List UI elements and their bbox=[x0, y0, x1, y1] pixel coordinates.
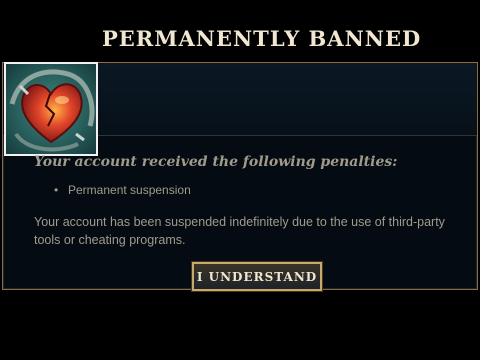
dialog-title: PERMANENTLY BANNED bbox=[102, 26, 422, 51]
penalties-heading: Your account received the following pena… bbox=[34, 154, 398, 170]
bullet: • bbox=[54, 183, 59, 197]
ban-explanation: Your account has been suspended indefini… bbox=[34, 215, 445, 247]
broken-heart-emblem-icon bbox=[4, 62, 98, 156]
i-understand-button[interactable]: I UNDERSTAND bbox=[192, 262, 322, 291]
penalty-label: Permanent suspension bbox=[68, 183, 191, 197]
screen: PERMANENTLY BANNED Your account received… bbox=[0, 0, 480, 360]
penalty-item: • Permanent suspension bbox=[54, 183, 191, 197]
penalty-list: • Permanent suspension bbox=[54, 183, 191, 197]
